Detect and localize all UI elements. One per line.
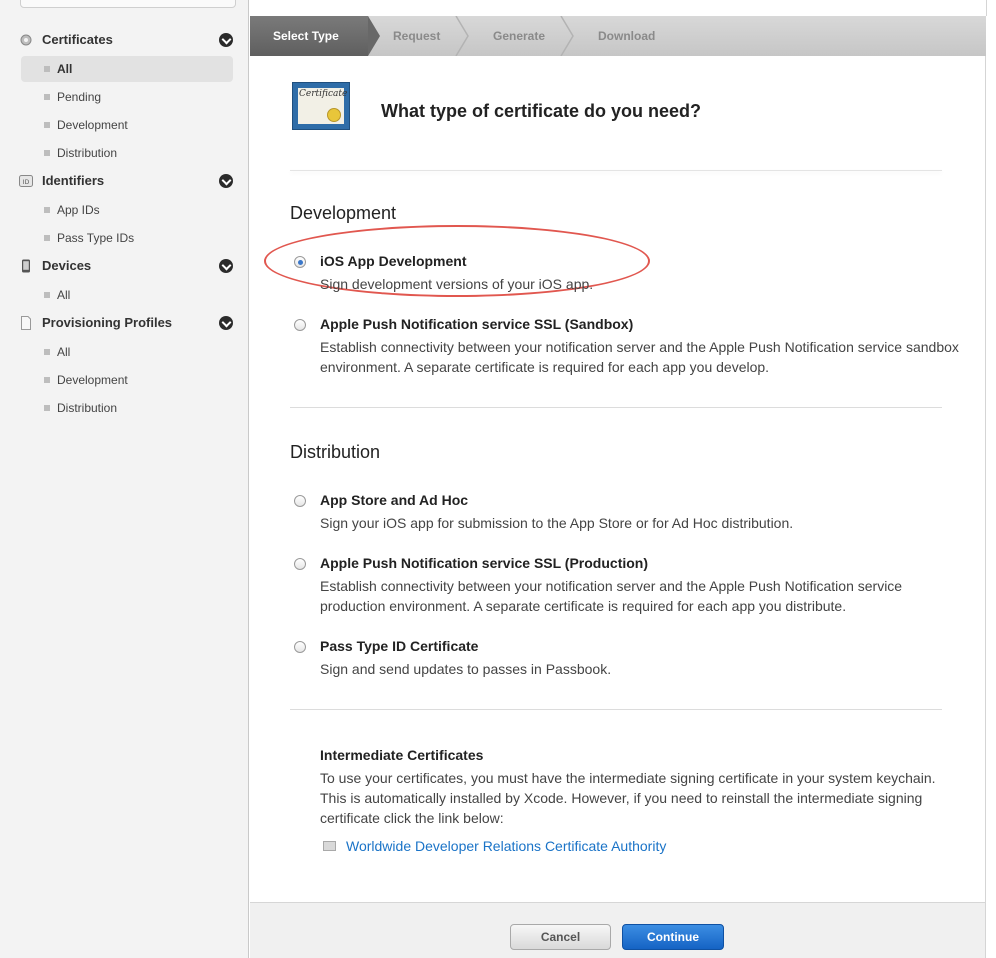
option-title: Apple Push Notification service SSL (San…	[320, 316, 634, 332]
page-title: What type of certificate do you need?	[381, 101, 702, 121]
chevron-down-icon[interactable]	[219, 316, 233, 330]
section-title-development: Development	[290, 203, 397, 223]
sidebar-item-label: All	[57, 288, 71, 302]
radio-button[interactable]	[294, 495, 306, 507]
radio-button[interactable]	[294, 558, 306, 570]
option-ios-app-development[interactable]: iOS App Development Sign development ver…	[294, 253, 954, 295]
bullet-icon	[44, 235, 50, 241]
sidebar-group-label: Identifiers	[42, 173, 105, 188]
sidebar-item-profiles-all[interactable]: All	[21, 339, 233, 365]
sidebar-group-label: Devices	[42, 258, 92, 273]
step-select-type: Select Type	[250, 16, 368, 56]
sidebar-item-label: Pending	[57, 90, 102, 104]
option-description: Sign development versions of your iOS ap…	[320, 276, 594, 292]
sidebar-search-field[interactable]	[20, 0, 236, 8]
sidebar-group-certificates[interactable]: Certificates	[0, 28, 249, 52]
option-title: Apple Push Notification service SSL (Pro…	[320, 555, 649, 571]
sidebar-item-pass-type-ids[interactable]: Pass Type IDs	[21, 225, 233, 251]
bullet-icon	[44, 377, 50, 383]
certificate-icon: Certificate	[292, 82, 350, 130]
document-icon	[21, 316, 31, 330]
wizard-step-bar: Select Type Request Generate Download	[250, 16, 986, 57]
bullet-icon	[44, 150, 50, 156]
divider	[290, 170, 942, 171]
sidebar-item-label: Development	[57, 118, 128, 132]
bullet-icon	[44, 94, 50, 100]
option-title: App Store and Ad Hoc	[320, 492, 469, 508]
sidebar-group-label: Certificates	[42, 32, 113, 47]
content-top	[250, 0, 987, 16]
sidebar-item-label: Distribution	[57, 401, 118, 415]
id-badge-icon: ID	[19, 175, 33, 187]
sidebar-item-certificates-pending[interactable]: Pending	[21, 84, 233, 110]
radio-button[interactable]	[294, 641, 306, 653]
sidebar-item-label: Distribution	[57, 146, 118, 160]
sidebar-item-devices-all[interactable]: All	[21, 282, 233, 308]
right-gutter	[987, 0, 996, 958]
main-content: Certificate What type of certificate do …	[250, 56, 986, 902]
sidebar: Certificates All Pending Development Dis…	[0, 0, 249, 958]
sidebar-item-label: Development	[57, 373, 128, 387]
step-arrow-icon	[455, 16, 469, 56]
option-title: iOS App Development	[320, 253, 467, 269]
sidebar-item-certificates-distribution[interactable]: Distribution	[21, 140, 233, 166]
bullet-icon	[44, 292, 50, 298]
option-apns-sandbox[interactable]: Apple Push Notification service SSL (San…	[294, 316, 959, 378]
svg-text:ID: ID	[23, 179, 30, 186]
footer-bar: Cancel Continue	[250, 902, 986, 958]
sidebar-item-label: All	[57, 345, 71, 359]
seal-icon	[327, 108, 341, 122]
section-title-distribution: Distribution	[290, 442, 381, 462]
step-generate: Generate	[493, 29, 546, 43]
option-app-store-ad-hoc[interactable]: App Store and Ad Hoc Sign your iOS app f…	[294, 492, 954, 534]
option-description: Establish connectivity between your noti…	[320, 578, 903, 614]
step-download: Download	[598, 29, 656, 43]
option-description: Sign and send updates to passes in Passb…	[320, 661, 612, 677]
step-arrow-icon	[368, 16, 380, 56]
radio-button[interactable]	[294, 256, 306, 268]
certificate-gear-icon	[20, 34, 32, 46]
sidebar-group-label: Provisioning Profiles	[42, 315, 173, 330]
divider	[290, 407, 942, 408]
bullet-icon	[44, 349, 50, 355]
divider	[290, 709, 942, 710]
sidebar-item-profiles-development[interactable]: Development	[21, 367, 233, 393]
sidebar-group-provisioning-profiles[interactable]: Provisioning Profiles	[0, 311, 249, 335]
radio-button[interactable]	[294, 319, 306, 331]
sidebar-item-label: App IDs	[57, 203, 100, 217]
bullet-icon	[44, 122, 50, 128]
chevron-down-icon[interactable]	[219, 259, 233, 273]
wwdr-certificate-link[interactable]: Worldwide Developer Relations Certificat…	[346, 838, 666, 854]
sidebar-group-devices[interactable]: Devices	[0, 254, 249, 278]
option-apns-production[interactable]: Apple Push Notification service SSL (Pro…	[294, 555, 954, 617]
intermediate-certificates-title: Intermediate Certificates	[320, 747, 484, 763]
cancel-button[interactable]: Cancel	[510, 924, 611, 950]
step-arrow-icon	[560, 16, 574, 56]
bullet-icon	[44, 405, 50, 411]
sidebar-item-app-ids[interactable]: App IDs	[21, 197, 233, 223]
option-description: Establish connectivity between your noti…	[320, 339, 959, 375]
option-description: Sign your iOS app for submission to the …	[320, 515, 794, 531]
continue-button[interactable]: Continue	[622, 924, 724, 950]
bullet-icon	[44, 66, 50, 72]
certificate-file-icon	[323, 841, 336, 851]
sidebar-item-certificates-all[interactable]: All	[21, 56, 233, 82]
step-request: Request	[393, 29, 441, 43]
sidebar-item-label: Pass Type IDs	[57, 231, 135, 245]
sidebar-item-certificates-development[interactable]: Development	[21, 112, 233, 138]
bullet-icon	[44, 207, 50, 213]
intermediate-certificates-description: To use your certificates, you must have …	[320, 770, 936, 826]
option-pass-type-id-certificate[interactable]: Pass Type ID Certificate Sign and send u…	[294, 638, 954, 680]
chevron-down-icon[interactable]	[219, 33, 233, 47]
sidebar-item-label: All	[57, 62, 73, 76]
option-title: Pass Type ID Certificate	[320, 638, 479, 654]
sidebar-group-identifiers[interactable]: ID Identifiers	[0, 169, 249, 193]
sidebar-item-profiles-distribution[interactable]: Distribution	[21, 395, 233, 421]
certificate-icon-text: Certificate	[299, 89, 348, 99]
chevron-down-icon[interactable]	[219, 174, 233, 188]
iphone-icon	[22, 259, 30, 273]
